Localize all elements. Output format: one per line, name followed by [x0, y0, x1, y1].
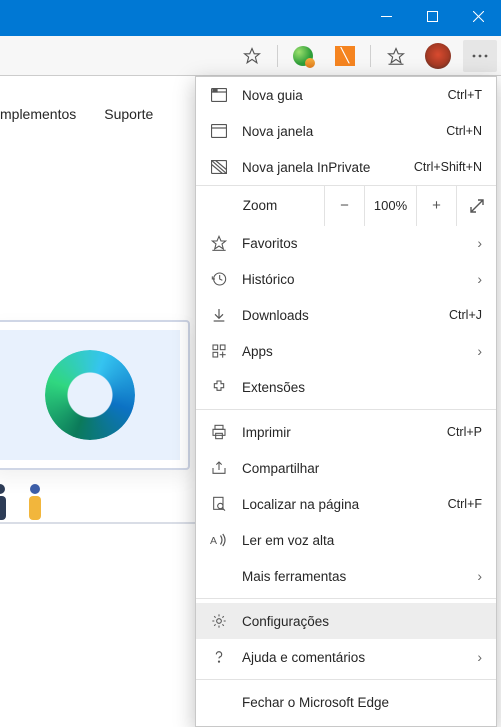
- chevron-right-icon: ›: [477, 568, 482, 584]
- menu-item-zoom: Zoom − 100% +: [196, 185, 496, 225]
- browser-toolbar: ╲: [0, 36, 501, 76]
- chevron-right-icon: ›: [477, 649, 482, 665]
- help-icon: [210, 649, 228, 665]
- apps-icon: [210, 343, 228, 359]
- read-aloud-icon: A: [210, 532, 228, 548]
- menu-label: Nova janela InPrivate: [242, 160, 400, 175]
- gear-icon: [210, 613, 228, 629]
- menu-separator: [196, 598, 496, 599]
- zoom-label: Zoom: [196, 198, 324, 213]
- menu-label: Compartilhar: [242, 461, 482, 476]
- menu-item-apps[interactable]: Apps ›: [196, 333, 496, 369]
- fullscreen-button[interactable]: [456, 186, 496, 226]
- menu-item-print[interactable]: Imprimir Ctrl+P: [196, 414, 496, 450]
- menu-label: Configurações: [242, 614, 482, 629]
- svg-text:A: A: [210, 535, 217, 547]
- menu-label: Extensões: [242, 380, 482, 395]
- menu-item-more-tools[interactable]: Mais ferramentas ›: [196, 558, 496, 594]
- menu-item-settings[interactable]: Configurações: [196, 603, 496, 639]
- menu-shortcut: Ctrl+Shift+N: [414, 160, 482, 174]
- find-icon: [210, 496, 228, 512]
- new-window-icon: [210, 124, 228, 138]
- zoom-out-button[interactable]: −: [324, 186, 364, 226]
- menu-shortcut: Ctrl+P: [447, 425, 482, 439]
- extension-rss-icon[interactable]: ╲: [328, 40, 362, 72]
- chevron-right-icon: ›: [477, 271, 482, 287]
- menu-item-help[interactable]: Ajuda e comentários ›: [196, 639, 496, 675]
- menu-item-share[interactable]: Compartilhar: [196, 450, 496, 486]
- nav-link-support[interactable]: Suporte: [104, 106, 153, 122]
- zoom-in-button[interactable]: +: [416, 186, 456, 226]
- menu-shortcut: Ctrl+J: [449, 308, 482, 322]
- menu-item-extensions[interactable]: Extensões: [196, 369, 496, 405]
- favorite-star-button[interactable]: [235, 40, 269, 72]
- window-titlebar: [0, 0, 501, 36]
- menu-label: Apps: [242, 344, 463, 359]
- menu-label: Nova guia: [242, 88, 434, 103]
- toolbar-separator: [277, 45, 278, 67]
- menu-label: Ler em voz alta: [242, 533, 482, 548]
- history-icon: [210, 271, 228, 287]
- menu-shortcut: Ctrl+N: [446, 124, 482, 138]
- menu-item-new-inprivate[interactable]: Nova janela InPrivate Ctrl+Shift+N: [196, 149, 496, 185]
- menu-label: Mais ferramentas: [242, 569, 463, 584]
- new-tab-icon: [210, 88, 228, 102]
- welcome-illustration: [0, 300, 210, 520]
- close-window-button[interactable]: [455, 0, 501, 32]
- menu-item-favorites[interactable]: Favoritos ›: [196, 225, 496, 261]
- print-icon: [210, 424, 228, 440]
- menu-item-close-edge[interactable]: Fechar o Microsoft Edge: [196, 684, 496, 720]
- chevron-right-icon: ›: [477, 235, 482, 251]
- nav-link-addons[interactable]: mplementos: [0, 106, 76, 122]
- extensions-icon: [210, 379, 228, 395]
- menu-label: Imprimir: [242, 425, 433, 440]
- zoom-value: 100%: [364, 186, 416, 226]
- maximize-button[interactable]: [409, 0, 455, 32]
- minimize-button[interactable]: [363, 0, 409, 32]
- menu-label: Histórico: [242, 272, 463, 287]
- menu-separator: [196, 409, 496, 410]
- menu-item-read-aloud[interactable]: A Ler em voz alta: [196, 522, 496, 558]
- menu-label: Favoritos: [242, 236, 463, 251]
- settings-dropdown-menu: Nova guia Ctrl+T Nova janela Ctrl+N Nova…: [195, 76, 497, 727]
- menu-item-history[interactable]: Histórico ›: [196, 261, 496, 297]
- menu-label: Downloads: [242, 308, 435, 323]
- menu-item-new-tab[interactable]: Nova guia Ctrl+T: [196, 77, 496, 113]
- menu-shortcut: Ctrl+T: [448, 88, 482, 102]
- edge-logo-icon: [45, 350, 135, 440]
- downloads-icon: [210, 307, 228, 323]
- menu-item-find[interactable]: Localizar na página Ctrl+F: [196, 486, 496, 522]
- extension-idm-icon[interactable]: [286, 40, 320, 72]
- favorites-bar-button[interactable]: [379, 40, 413, 72]
- toolbar-separator: [370, 45, 371, 67]
- menu-separator: [196, 679, 496, 680]
- menu-label: Localizar na página: [242, 497, 434, 512]
- menu-label: Fechar o Microsoft Edge: [242, 695, 482, 710]
- favorites-icon: [210, 235, 228, 251]
- menu-label: Nova janela: [242, 124, 432, 139]
- profile-avatar[interactable]: [421, 40, 455, 72]
- menu-shortcut: Ctrl+F: [448, 497, 482, 511]
- menu-item-new-window[interactable]: Nova janela Ctrl+N: [196, 113, 496, 149]
- menu-label: Ajuda e comentários: [242, 650, 463, 665]
- share-icon: [210, 460, 228, 476]
- chevron-right-icon: ›: [477, 343, 482, 359]
- settings-menu-button[interactable]: [463, 40, 497, 72]
- inprivate-icon: [210, 160, 228, 174]
- menu-item-downloads[interactable]: Downloads Ctrl+J: [196, 297, 496, 333]
